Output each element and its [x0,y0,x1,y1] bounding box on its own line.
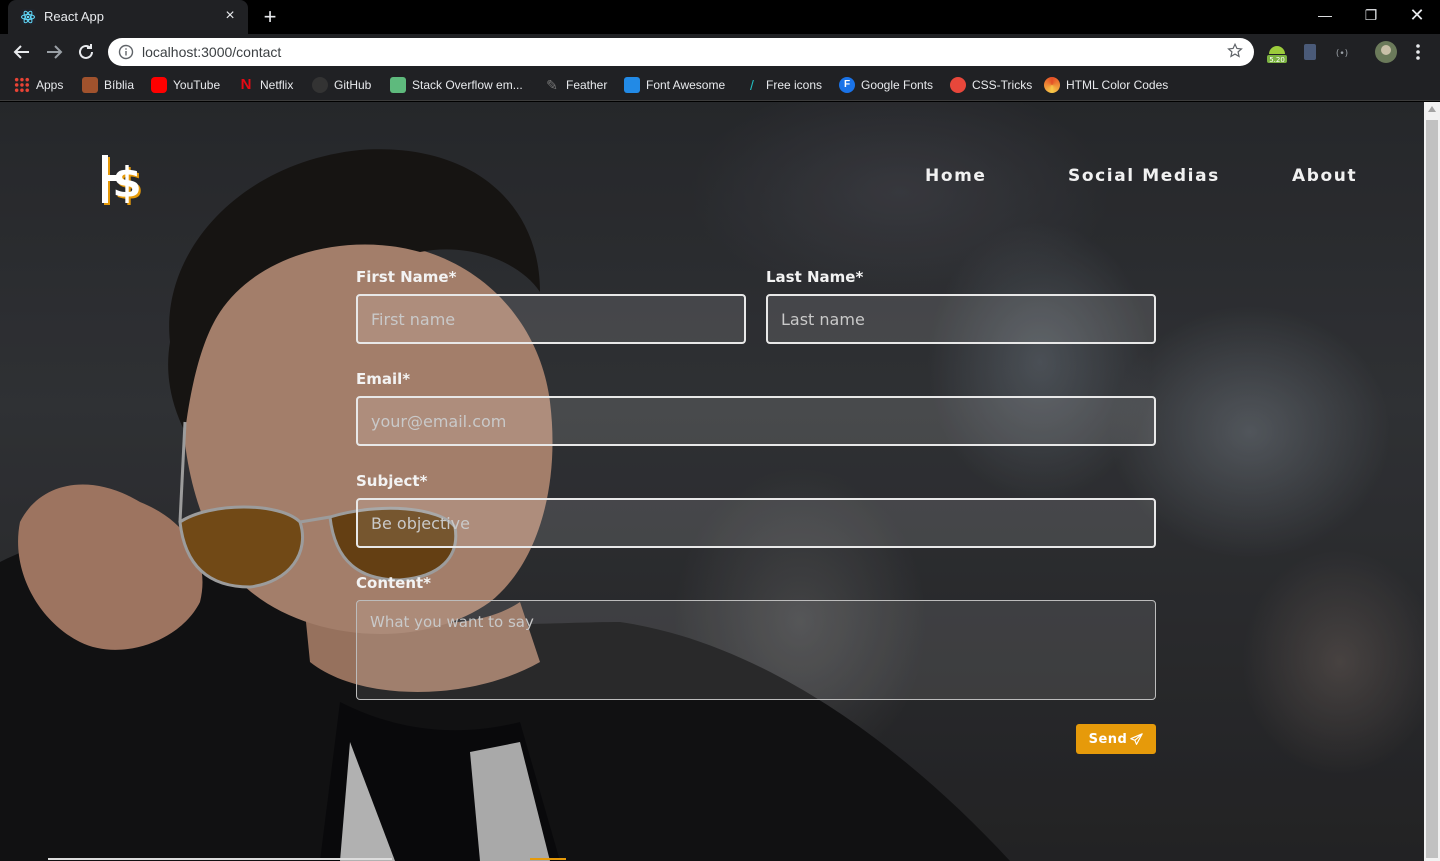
svg-text:$: $ [112,158,141,207]
bookmark-star-icon[interactable] [1226,42,1244,60]
cast-icon[interactable]: (•) [1330,40,1354,64]
tab-bar: React App × + — ❐ ✕ [0,0,1440,34]
bookmarks-bar: Apps Bíblia YouTube N Netflix GitHub Sta… [0,70,1440,101]
bookmark-github[interactable]: GitHub [312,76,371,94]
bookmark-html-color-codes[interactable]: HTML Color Codes [1044,76,1168,94]
restore-icon[interactable]: ❐ [1348,0,1394,30]
last-name-label: Last Name* [766,268,864,286]
url-text: localhost:3000/contact [142,44,282,60]
nav-home[interactable]: Home [925,166,987,186]
android-extension-icon[interactable]: 5.20 [1265,40,1289,64]
bookmark-youtube[interactable]: YouTube [151,76,220,94]
content-textarea[interactable] [356,600,1156,700]
avatar[interactable] [1374,40,1398,64]
dark-overlay [0,102,1424,861]
netflix-icon: N [240,76,252,93]
nav-about[interactable]: About [1292,166,1357,186]
content-label: Content* [356,574,432,592]
bookmark-free-icons[interactable]: / Free icons [744,76,822,94]
scroll-thumb[interactable] [1426,120,1438,858]
bible-icon [82,77,98,93]
tab-title: React App [44,9,104,24]
extension-icon[interactable] [1298,40,1322,64]
bookmark-css-tricks[interactable]: CSS-Tricks [950,76,1032,94]
svg-text:5.20: 5.20 [1269,56,1285,64]
close-window-icon[interactable]: ✕ [1394,0,1440,30]
bookmark-fontawesome[interactable]: Font Awesome [624,76,725,94]
youtube-icon [151,77,167,93]
pen-icon: / [750,77,754,93]
stackoverflow-icon [390,77,406,93]
site-logo[interactable]: $ $ [100,155,150,209]
apps-grid-icon [14,77,30,93]
minimize-icon[interactable]: — [1302,0,1348,30]
flag-icon [624,77,640,93]
address-bar[interactable]: localhost:3000/contact [108,38,1254,66]
google-fonts-icon: F [839,77,855,93]
color-wheel-icon [1044,77,1060,93]
page-scrollbar[interactable] [1424,102,1440,861]
send-button-label: Send [1088,731,1128,747]
first-name-label: First Name* [356,268,457,286]
browser-tab[interactable]: React App × [8,0,248,34]
subject-label: Subject* [356,472,428,490]
email-input[interactable] [356,396,1156,446]
send-button[interactable]: Send [1076,724,1156,754]
subject-input[interactable] [356,498,1156,548]
bookmark-google-fonts[interactable]: F Google Fonts [839,76,933,94]
first-name-input[interactable] [356,294,746,344]
bookmark-netflix[interactable]: N Netflix [238,76,294,94]
react-icon [20,9,36,25]
bottom-accent [530,858,566,860]
feather-icon: ✎ [546,77,558,93]
back-icon[interactable] [10,40,34,64]
forward-icon[interactable] [42,40,66,64]
bottom-divider [48,858,392,860]
reload-icon[interactable] [74,40,98,64]
scroll-up-icon[interactable] [1428,106,1436,112]
github-icon [312,77,328,93]
bookmark-apps[interactable]: Apps [14,76,63,94]
menu-dots-icon[interactable] [1406,40,1430,64]
email-label: Email* [356,370,411,388]
close-tab-icon[interactable]: × [222,8,238,24]
nav-social-medias[interactable]: Social Medias [1068,166,1220,186]
page-viewport: $ $ Home Social Medias About First Name*… [0,102,1424,861]
css-tricks-icon [950,77,966,93]
bookmark-stackoverflow[interactable]: Stack Overflow em... [390,76,523,94]
browser-toolbar: localhost:3000/contact 5.20 (•) [0,34,1440,70]
svg-text:(•): (•) [1336,49,1348,59]
bookmark-biblia[interactable]: Bíblia [82,76,134,94]
new-tab-button[interactable]: + [260,6,280,28]
bookmark-feather[interactable]: ✎ Feather [544,76,607,94]
last-name-input[interactable] [766,294,1156,344]
info-icon[interactable] [118,44,134,60]
paper-plane-icon [1130,732,1144,745]
